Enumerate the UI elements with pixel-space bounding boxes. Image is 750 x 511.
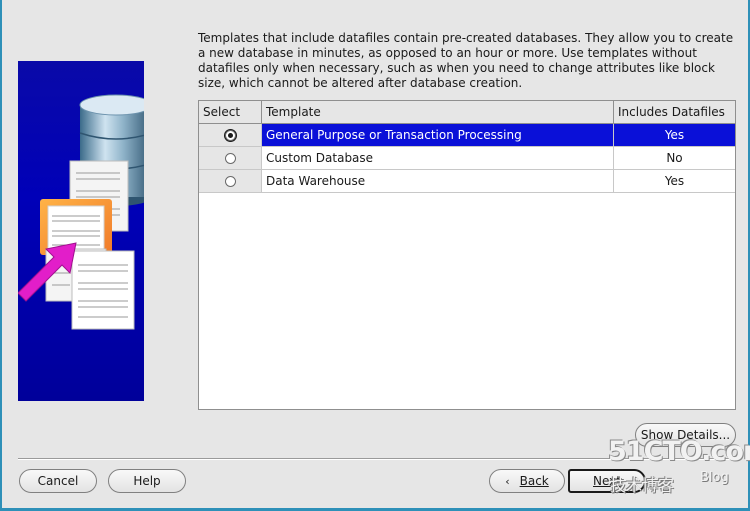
table-header: Select Template Includes Datafiles xyxy=(199,101,735,124)
watermark-blog-text: Blog xyxy=(700,470,729,485)
select-cell[interactable] xyxy=(199,124,262,146)
table-row-general-purpose[interactable]: General Purpose or Transaction Processin… xyxy=(199,124,735,147)
template-description-text: Templates that include datafiles contain… xyxy=(198,31,734,90)
template-name-cell[interactable]: General Purpose or Transaction Processin… xyxy=(262,124,614,146)
watermark-logo: 51CTO.com 技术博客 Blog xyxy=(606,436,750,496)
select-radio-data-warehouse[interactable] xyxy=(225,176,236,187)
select-cell[interactable] xyxy=(199,170,262,192)
templates-table: Select Template Includes Datafiles Gener… xyxy=(198,100,736,410)
includes-datafiles-cell[interactable]: Yes xyxy=(614,124,735,146)
watermark-main-text: 51CTO.com xyxy=(608,436,750,467)
window-border-left xyxy=(0,0,2,511)
back-button[interactable]: ‹ Back xyxy=(489,469,565,493)
select-cell[interactable] xyxy=(199,147,262,169)
watermark-sub-text: 技术博客 xyxy=(610,476,675,495)
back-button-label: Back xyxy=(519,474,549,488)
column-header-select[interactable]: Select xyxy=(199,101,262,123)
includes-datafiles-cell[interactable]: No xyxy=(614,147,735,169)
template-name-cell[interactable]: Data Warehouse xyxy=(262,170,614,192)
database-templates-illustration xyxy=(18,94,144,330)
cancel-button[interactable]: Cancel xyxy=(19,469,97,493)
select-radio-general-purpose[interactable] xyxy=(225,130,236,141)
chevron-left-icon: ‹ xyxy=(505,474,510,488)
help-button[interactable]: Help xyxy=(108,469,186,493)
column-header-includes-datafiles[interactable]: Includes Datafiles xyxy=(614,101,735,123)
table-row-data-warehouse[interactable]: Data Warehouse Yes xyxy=(199,170,735,193)
includes-datafiles-cell[interactable]: Yes xyxy=(614,170,735,192)
selected-template-document-icon xyxy=(40,199,112,255)
column-header-template[interactable]: Template xyxy=(262,101,614,123)
select-radio-custom-database[interactable] xyxy=(225,153,236,164)
wizard-banner-image xyxy=(18,61,144,401)
table-row-custom-database[interactable]: Custom Database No xyxy=(199,147,735,170)
template-name-cell[interactable]: Custom Database xyxy=(262,147,614,169)
